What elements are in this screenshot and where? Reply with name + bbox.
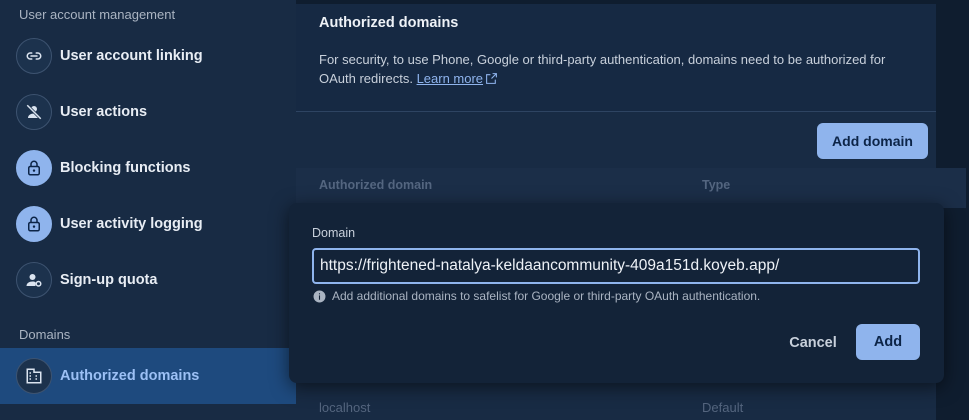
- sidebar-item-user-activity-logging[interactable]: User activity logging: [0, 196, 296, 252]
- cell-type: Default: [702, 400, 744, 415]
- add-domain-dialog: Domain Add additional domains to safelis…: [289, 203, 944, 383]
- cell-domain: localhost: [319, 400, 371, 415]
- sidebar-item-label: User actions: [60, 104, 148, 120]
- page-title: Authorized domains: [319, 15, 459, 31]
- lock-icon: [16, 150, 52, 186]
- column-header-domain: Authorized domain: [319, 178, 433, 192]
- learn-more-link[interactable]: Learn more: [417, 71, 483, 86]
- lock-icon: [16, 206, 52, 242]
- cancel-button[interactable]: Cancel: [776, 327, 850, 359]
- link-icon: [16, 38, 52, 74]
- hint-text: Add additional domains to safelist for G…: [332, 289, 761, 303]
- sidebar-item-label: Sign-up quota: [60, 272, 158, 288]
- domain-hint: Add additional domains to safelist for G…: [313, 289, 760, 303]
- section-label-domains: Domains: [19, 327, 71, 342]
- sidebar-item-label: Blocking functions: [60, 160, 191, 176]
- table-row[interactable]: localhost Default: [296, 390, 936, 420]
- sidebar-item-authorized-domains[interactable]: Authorized domains: [0, 348, 296, 404]
- add-domain-button[interactable]: Add domain: [817, 123, 928, 159]
- description-text: For security, to use Phone, Google or th…: [319, 52, 886, 86]
- person-settings-icon: [16, 262, 52, 298]
- info-icon: [313, 290, 326, 302]
- table-header: Authorized domain Type: [296, 168, 966, 208]
- domain-field-label: Domain: [312, 226, 356, 240]
- page-description: For security, to use Phone, Google or th…: [319, 50, 919, 88]
- column-header-type: Type: [702, 178, 731, 192]
- sidebar-item-blocking-functions[interactable]: Blocking functions: [0, 140, 296, 196]
- sidebar: User account management User account lin…: [0, 0, 296, 420]
- sidebar-item-label: User activity logging: [60, 216, 203, 232]
- external-link-icon: [486, 73, 497, 84]
- sidebar-item-user-actions[interactable]: User actions: [0, 84, 296, 140]
- sidebar-item-user-account-linking[interactable]: User account linking: [0, 28, 296, 84]
- domain-icon: [16, 358, 52, 394]
- sidebar-item-label: User account linking: [60, 48, 203, 64]
- person-off-icon: [16, 94, 52, 130]
- sidebar-item-sign-up-quota[interactable]: Sign-up quota: [0, 252, 296, 308]
- header-panel: Authorized domains For security, to use …: [296, 4, 936, 112]
- sidebar-item-label: Authorized domains: [60, 368, 200, 384]
- domain-input[interactable]: [312, 248, 920, 284]
- add-button[interactable]: Add: [856, 324, 920, 360]
- section-label-user-account: User account management: [19, 7, 176, 22]
